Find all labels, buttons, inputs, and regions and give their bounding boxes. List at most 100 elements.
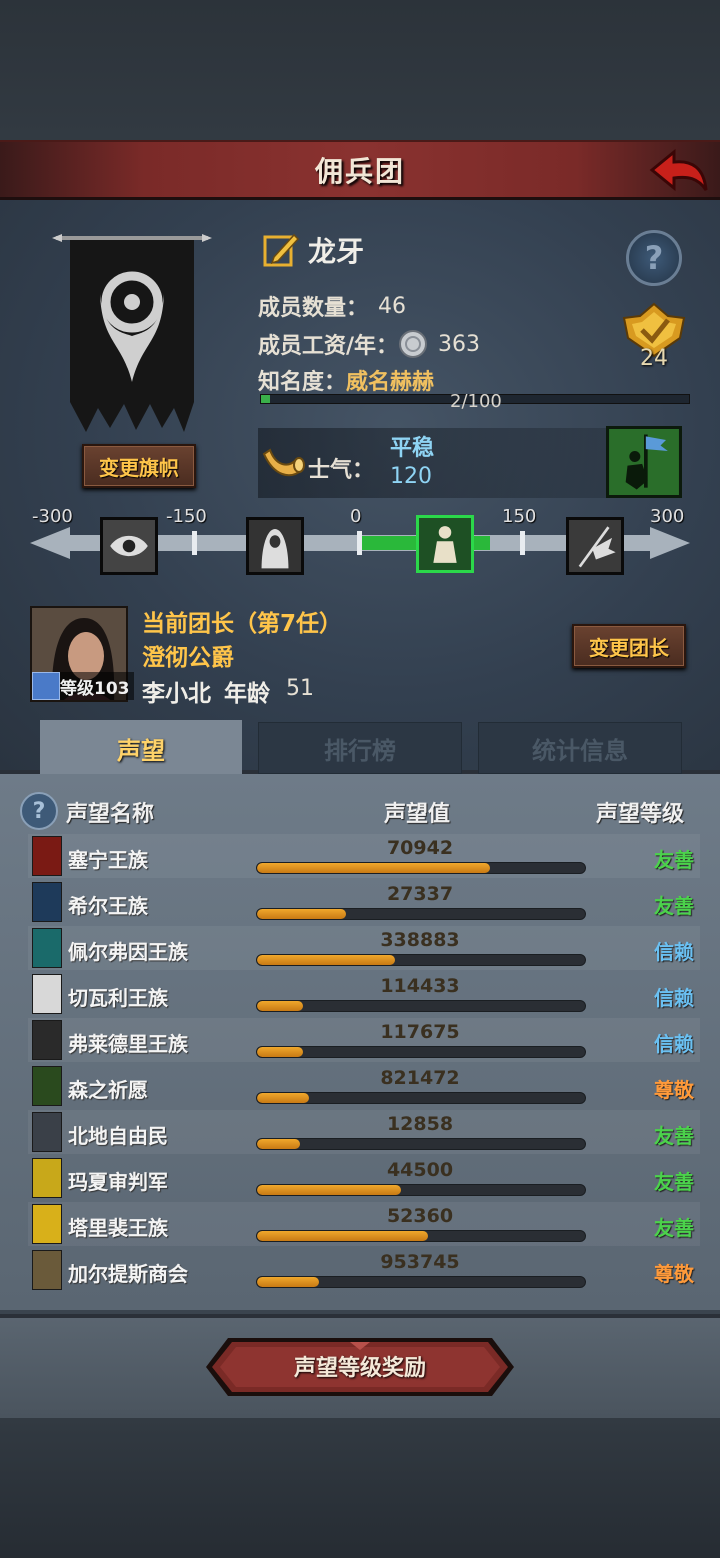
reputation-progress-fill [257, 1185, 402, 1195]
morale-label: 士气： [308, 458, 375, 483]
reputation-level: 友善 [654, 1124, 694, 1148]
reputation-progress-bar [256, 1138, 586, 1150]
reputation-level: 信赖 [654, 940, 694, 964]
reputation-progress-fill [257, 909, 346, 919]
table-row[interactable]: 弗莱德里王族 117675 信赖 [28, 1018, 700, 1062]
faction-crest-icon [32, 928, 62, 968]
back-arrow-icon[interactable] [648, 146, 710, 198]
reputation-progress-bar [256, 1230, 586, 1242]
reputation-level: 友善 [654, 1216, 694, 1240]
reputation-value: 52360 [386, 1205, 454, 1227]
tab-ranking[interactable]: 排行榜 [258, 722, 462, 774]
reputation-progress-fill [257, 955, 395, 965]
change-leader-button[interactable]: 变更团长 [572, 624, 686, 668]
horn-icon [262, 448, 305, 477]
faction-crest-icon [32, 882, 62, 922]
reputation-progress-bar [256, 1092, 586, 1104]
fame-progress-fill [261, 395, 270, 403]
header-rep-value: 声望值 [384, 802, 451, 827]
rank-badge-number: 24 [640, 346, 668, 371]
hooded-figure-icon[interactable] [246, 517, 304, 575]
guild-name-row: 龙牙 [262, 230, 364, 270]
reputation-value: 953745 [380, 1251, 460, 1273]
table-row[interactable]: 塔里裴王族 52360 友善 [28, 1202, 700, 1246]
top-background [0, 0, 720, 140]
leader-rank: 澄彻公爵 [142, 645, 234, 671]
reputation-level: 友善 [654, 848, 694, 872]
reputation-progress-bar [256, 862, 586, 874]
faction-name: 加尔提斯商会 [68, 1262, 188, 1286]
leader-name: 李小北 [142, 681, 211, 707]
reputation-level: 尊敬 [654, 1078, 694, 1102]
reputation-progress-bar [256, 1276, 586, 1288]
scale-tick: 150 [502, 506, 537, 527]
fame-label: 知名度： [258, 370, 347, 395]
reputation-reward-label: 声望等级奖励 [293, 1356, 426, 1381]
eye-icon[interactable] [100, 517, 158, 575]
reputation-value: 12858 [386, 1113, 454, 1135]
help-icon[interactable]: ? [20, 792, 58, 830]
reputation-progress-bar [256, 908, 586, 920]
help-button[interactable]: ? [626, 230, 682, 286]
members-label: 成员数量： [258, 296, 369, 321]
fame-progress-text: 2/100 [450, 391, 502, 412]
members-line: 成员数量： 46 [258, 290, 406, 322]
scale-tick: 0 [350, 506, 362, 527]
meditating-figure-icon[interactable] [416, 515, 474, 573]
leader-level-tag: 等级103 [32, 672, 134, 700]
reputation-progress-fill [257, 1139, 300, 1149]
faction-name: 塞宁王族 [68, 848, 148, 872]
morale-value: 120 [390, 464, 432, 489]
faction-name: 北地自由民 [68, 1124, 168, 1148]
header-rep-name: 声望名称 [66, 802, 155, 827]
scale-tick: -150 [166, 506, 207, 527]
reputation-progress-fill [257, 1001, 303, 1011]
reputation-level: 尊敬 [654, 1262, 694, 1286]
faction-name: 希尔王族 [68, 894, 148, 918]
reputation-level: 信赖 [654, 1032, 694, 1056]
tab-reputation[interactable]: 声望 [40, 720, 242, 776]
header-rep-level: 声望等级 [596, 802, 685, 827]
wage-line: 成员工资/年： 363 [258, 328, 480, 360]
sword-icon [32, 672, 60, 700]
table-row[interactable]: 加尔提斯商会 953745 尊敬 [28, 1248, 700, 1292]
table-row[interactable]: 玛夏审判军 44500 友善 [28, 1156, 700, 1200]
reputation-progress-fill [257, 1231, 428, 1241]
table-row[interactable]: 切瓦利王族 114433 信赖 [28, 972, 700, 1016]
reputation-progress-bar [256, 1184, 586, 1196]
faction-name: 佩尔弗因王族 [68, 940, 188, 964]
change-flag-button[interactable]: 变更旗帜 [82, 444, 196, 488]
flag-bearer-icon[interactable] [606, 426, 682, 498]
reputation-progress-bar [256, 954, 586, 966]
faction-name: 森之祈愿 [68, 1078, 148, 1102]
scale-tick: -300 [32, 506, 73, 527]
table-row[interactable]: 希尔王族 27337 友善 [28, 880, 700, 924]
reputation-level: 友善 [654, 894, 694, 918]
reputation-progress-fill [257, 1277, 320, 1287]
silver-coin-icon [399, 330, 428, 358]
faction-crest-icon [32, 1204, 62, 1244]
leader-level: 等级103 [60, 678, 130, 699]
table-row[interactable]: 佩尔弗因王族 338883 信赖 [28, 926, 700, 970]
tab-statistics[interactable]: 统计信息 [478, 722, 682, 774]
reputation-progress-fill [257, 863, 490, 873]
bottom-background [0, 1418, 720, 1558]
reputation-value: 114433 [380, 975, 460, 997]
reputation-level: 友善 [654, 1170, 694, 1194]
faction-name: 塔里裴王族 [68, 1216, 168, 1240]
guild-banner-icon [52, 234, 212, 432]
leader-age-label: 年龄 [224, 681, 270, 707]
table-row[interactable]: 北地自由民 12858 友善 [28, 1110, 700, 1154]
tattered-flag-icon[interactable] [566, 517, 624, 575]
table-row[interactable]: 塞宁王族 70942 友善 [28, 834, 700, 878]
faction-crest-icon [32, 974, 62, 1014]
reputation-progress-fill [257, 1047, 303, 1057]
reputation-value: 27337 [386, 883, 454, 905]
reputation-value: 338883 [380, 929, 460, 951]
table-row[interactable]: 森之祈愿 821472 尊敬 [28, 1064, 700, 1108]
wage-label: 成员工资/年： [258, 334, 399, 359]
edit-icon[interactable] [262, 231, 300, 269]
title-bar: 佣兵团 [0, 140, 720, 200]
faction-name: 切瓦利王族 [68, 986, 168, 1010]
reputation-progress-bar [256, 1046, 586, 1058]
